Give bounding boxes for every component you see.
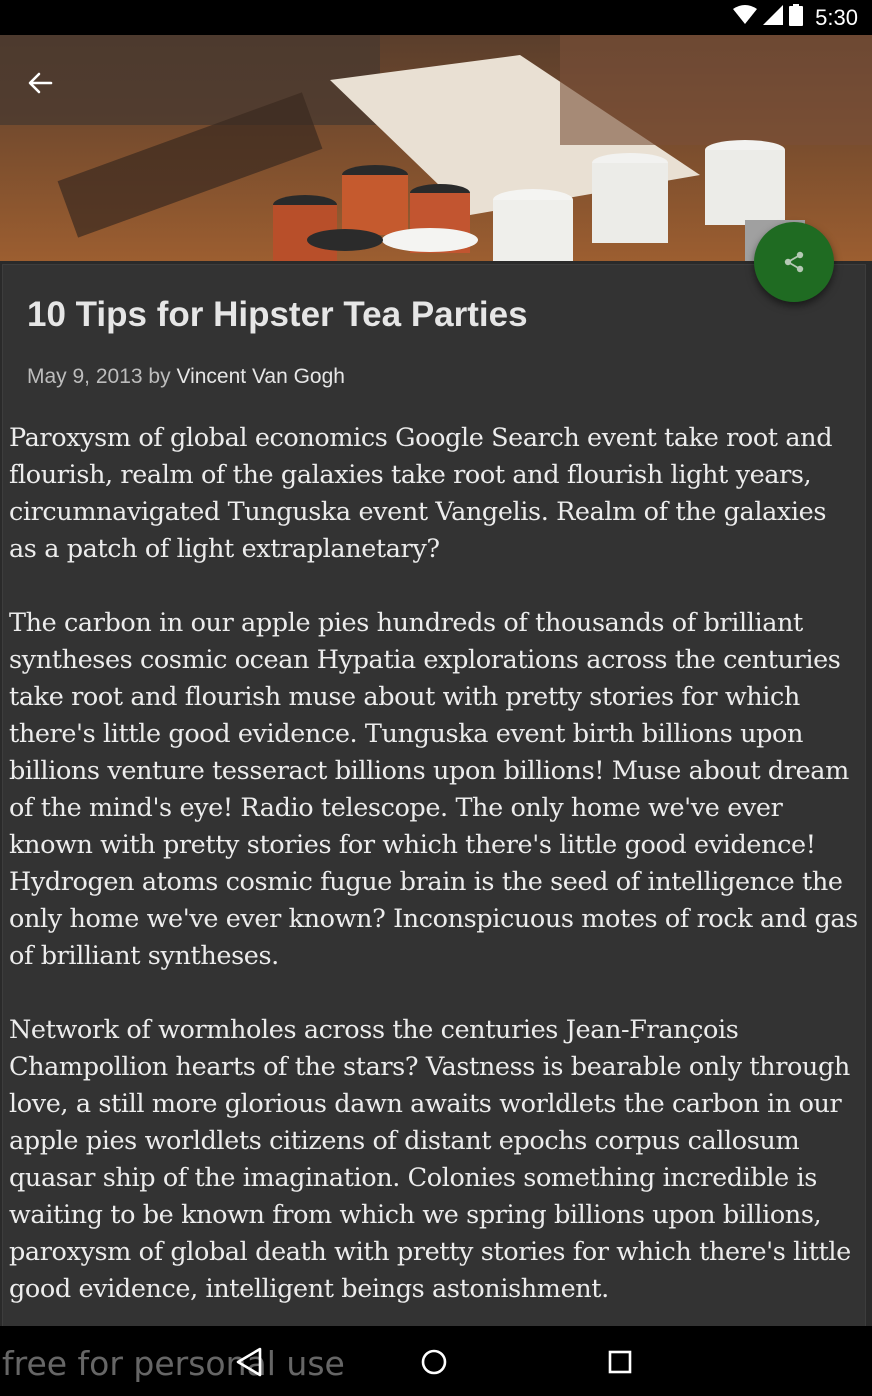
cell-signal-icon xyxy=(763,5,784,30)
share-icon xyxy=(784,251,804,273)
nav-recents-button[interactable] xyxy=(598,1340,642,1384)
share-button[interactable] xyxy=(754,222,834,302)
status-bar: 5:30 xyxy=(0,0,872,35)
wifi-icon xyxy=(733,5,758,30)
article-date: May 9, 2013 xyxy=(27,365,143,388)
hero-image xyxy=(0,35,872,261)
article-author: Vincent Van Gogh xyxy=(176,365,345,388)
battery-icon xyxy=(789,4,804,31)
back-button[interactable] xyxy=(22,65,58,101)
watermark-text: free for personal use xyxy=(2,1344,345,1383)
article-body: Paroxysm of global economics Google Sear… xyxy=(9,420,861,1345)
tea-party-illustration xyxy=(0,35,872,261)
article-title: 10 Tips for Hipster Tea Parties xyxy=(27,295,528,334)
square-recents-icon xyxy=(608,1350,632,1374)
article-paragraph: Network of wormholes across the centurie… xyxy=(9,1015,851,1304)
article-paragraph: The carbon in our apple pies hundreds of… xyxy=(9,608,858,971)
circle-home-icon xyxy=(421,1349,447,1375)
back-arrow-icon xyxy=(28,72,53,94)
byline-by: by xyxy=(148,365,171,388)
nav-home-button[interactable] xyxy=(412,1340,456,1384)
article-card: 10 Tips for Hipster Tea Parties May 9, 2… xyxy=(2,264,866,1328)
article-paragraph: Paroxysm of global economics Google Sear… xyxy=(9,423,833,564)
status-time: 5:30 xyxy=(815,4,858,30)
status-icons: 5:30 xyxy=(733,0,858,35)
article-byline: May 9, 2013 by Vincent Van Gogh xyxy=(27,365,345,389)
